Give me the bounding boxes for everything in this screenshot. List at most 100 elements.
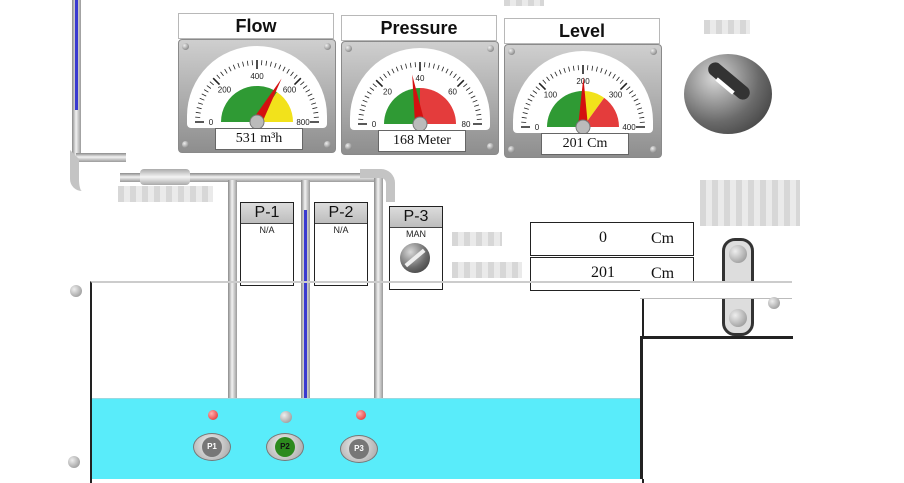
gauge-tick [539,83,545,89]
gauge-tick [388,71,391,75]
screw-icon [345,143,352,150]
screw-icon [182,141,189,148]
gauge-tick-label: 40 [416,74,425,83]
screw-icon [487,45,494,52]
gauge-tick [454,74,457,78]
gauge-tick [569,67,570,72]
gauge-tick [233,65,235,70]
gauge-hub [250,115,264,128]
gauge-tick [543,80,546,84]
gauge-tick [469,92,473,95]
gauge-tick-label: 600 [283,85,297,94]
gauge-tick [361,105,366,107]
screw-icon [324,43,331,50]
gauge-tick [406,64,407,69]
main-selector-knob-icon[interactable] [684,54,772,134]
gauge-level-readout: 201 Cm [541,133,629,155]
redacted-label [704,20,750,34]
gauge-tick [217,75,220,79]
gauge-tick [365,96,369,98]
gauge-tick [564,68,566,73]
gauge-tick-label: 20 [383,87,392,96]
redacted-label [452,262,522,278]
gauge-tick [287,69,290,73]
gauge-tick [266,61,267,66]
gauge-tick [638,113,643,114]
pump-p3-mode: MAN [390,229,442,239]
gauge-tick [547,77,550,81]
gauge-tick [310,98,315,100]
gauge-tick [243,62,244,67]
gauge-tick [450,71,453,75]
screw-icon [182,43,189,50]
gauge-tick-label: 800 [296,118,310,127]
gauge-tick [225,69,228,73]
pump-p2-status-box[interactable]: P-2 N/A [314,202,368,286]
gauge-tick [370,88,374,91]
gauge-tick [363,100,368,102]
gauge-tick [636,103,641,105]
gauge-tick [475,110,480,111]
pump-p1-icon[interactable]: P1 [193,433,231,461]
pump-p2-mode: N/A [315,225,367,235]
pump-p1-status-box[interactable]: P-1 N/A [240,202,294,286]
gauge-pressure-dial: 0 20 40 60 80 [350,48,490,130]
gauge-tick [306,90,310,93]
gauge-tick-label: 80 [462,120,471,129]
alarm-led-icon [208,410,218,420]
p3-selector-knob-icon[interactable] [400,243,430,273]
gauge-tick [303,86,307,89]
pump-p3-icon[interactable]: P3 [340,435,378,463]
tank-wall-right [640,336,793,479]
pump-p3-icon-label: P3 [349,439,369,459]
gauge-tick-label: 60 [448,87,457,96]
pipe-elbow [70,150,139,191]
gauge-tick [204,90,208,93]
pump-p3-status-box[interactable]: P-3 MAN [389,206,443,290]
inlet-flow-indicator [75,0,78,110]
tank-ledge-top [640,281,792,299]
pump-p2-label: P-2 [315,203,367,224]
gauge-tick [476,114,481,115]
gauge-tick-label: 100 [544,90,558,99]
gauge-tick [202,94,206,96]
level-display-row-1: 0 Cm [530,222,694,256]
screw-icon [650,146,657,153]
gauge-tick [474,105,479,107]
pump-p1-mode: N/A [241,225,293,235]
gauge-tick [637,108,642,110]
gauge-flow: 0200400600800531 m³h [178,39,336,153]
pipe-bend-right [360,169,395,202]
gauge-tick-label: 0 [372,120,377,129]
gauge-tick [207,86,211,89]
redacted-label [452,232,502,246]
redacted-label [700,180,800,226]
gauge-tick [634,99,638,101]
gauge-tick [238,63,240,68]
gauge-tick [601,68,603,73]
redacted-label [118,186,213,202]
gauge-tick [473,100,478,102]
gauge-tick [433,64,434,69]
gauge-tick [197,108,202,109]
gauge-tick [200,98,205,100]
bolt-icon [70,285,82,297]
gauge-pressure: 020406080168 Meter [341,41,499,155]
gauge-flow-readout: 531 m³h [215,128,303,150]
gauge-tick [629,91,633,94]
gauge-tick [312,108,317,109]
gauge-tick [613,74,616,78]
gauge-tick [573,66,574,71]
gauge-tick [555,72,557,76]
gauge-tick [592,66,593,71]
valve-icon [140,169,190,185]
gauge-tick [457,77,460,81]
gauge-tick [605,70,607,75]
gauge-tick [609,72,611,76]
gauge-tick [551,74,554,78]
bolt-icon [280,411,292,423]
pump-p2-icon[interactable]: P2 [266,433,304,461]
gauge-tick [457,80,463,86]
gauge-tick [367,92,371,95]
gauge-tick [221,72,224,76]
